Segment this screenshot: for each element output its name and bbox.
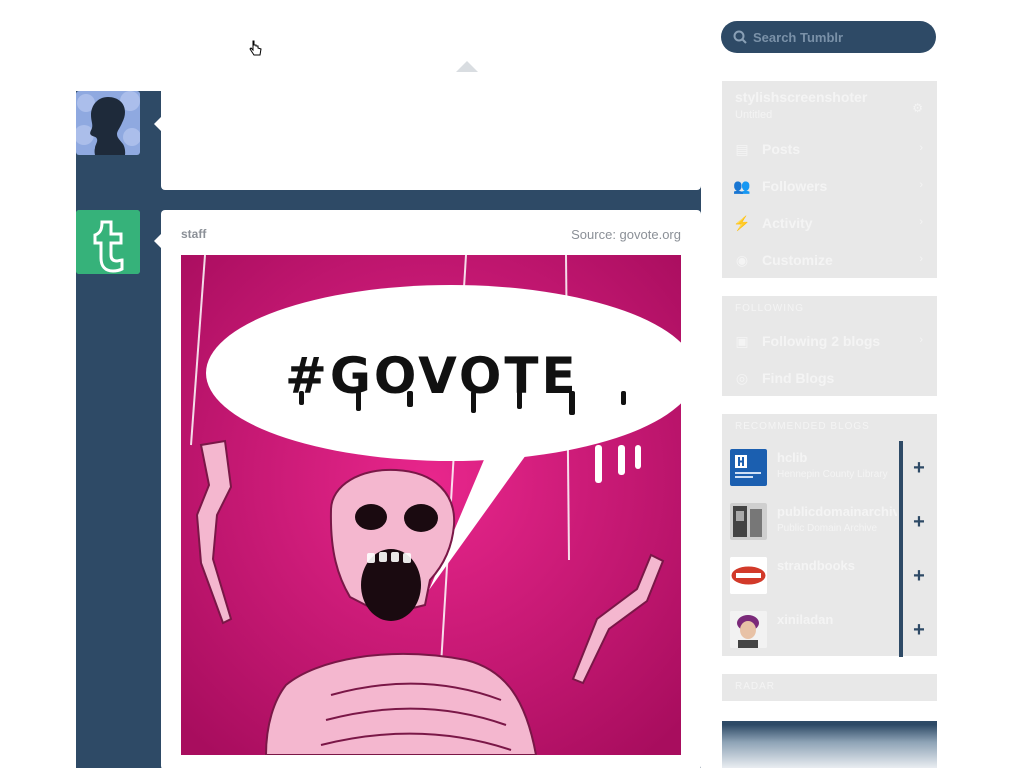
post-card: staff Source: govote.org #GOVOTE bbox=[154, 210, 701, 768]
search-bar bbox=[721, 21, 936, 53]
recommended-header: Recommended Blogs bbox=[735, 421, 870, 432]
following-panel: Following ▣ Following 2 blogs › ◎ Find B… bbox=[722, 296, 937, 396]
chevron-right-icon: › bbox=[919, 142, 923, 154]
photo-thumbnail-icon bbox=[730, 503, 767, 540]
sidebar-item-label: Followers bbox=[762, 178, 828, 194]
recommended-blog-row[interactable]: hclib Hennepin County Library + bbox=[722, 441, 937, 495]
recommended-blog-name: strandbooks bbox=[777, 558, 856, 573]
post-source-link[interactable]: Source: govote.org bbox=[571, 227, 681, 242]
tumblr-dashboard: staff Source: govote.org #GOVOTE Search … bbox=[0, 0, 1024, 768]
staff-avatar[interactable] bbox=[76, 210, 140, 274]
sidebar-item-following-blogs[interactable]: ▣ Following 2 blogs › bbox=[722, 323, 937, 360]
follow-button[interactable]: + bbox=[907, 615, 931, 645]
chevron-right-icon: › bbox=[919, 216, 923, 228]
poster-govote-text: #GOVOTE bbox=[285, 347, 579, 405]
recommended-blog-name: xiniladan bbox=[777, 612, 834, 627]
user-avatar[interactable] bbox=[76, 91, 140, 155]
sidebar-item-label: Customize bbox=[762, 252, 833, 268]
people-icon: 👥 bbox=[733, 178, 751, 194]
blog-subtitle: Untitled bbox=[735, 109, 773, 121]
blog-name[interactable]: stylishscreenshoter bbox=[735, 89, 867, 105]
sidebar-item-label: Find Blogs bbox=[762, 370, 835, 386]
sidebar-item-label: Posts bbox=[762, 141, 801, 157]
divider bbox=[899, 549, 903, 603]
recommended-blog-row[interactable]: xiniladan + bbox=[722, 603, 937, 657]
recommended-blog-row[interactable]: strandbooks + bbox=[722, 549, 937, 603]
compose-post-box[interactable] bbox=[154, 91, 701, 190]
radar-preview-image[interactable] bbox=[722, 721, 937, 768]
search-icon bbox=[733, 30, 747, 44]
recommended-blog-subtitle: Hennepin County Library bbox=[777, 469, 888, 480]
silhouette-avatar-icon bbox=[76, 91, 140, 155]
radar-header: Radar bbox=[735, 681, 776, 692]
portrait-thumbnail-icon bbox=[730, 611, 767, 648]
person-card-icon: ▣ bbox=[735, 333, 749, 349]
strand-logo-icon bbox=[730, 557, 767, 594]
lightning-icon: ⚡ bbox=[733, 215, 751, 231]
compose-caret-icon bbox=[456, 61, 478, 72]
sidebar-item-posts[interactable]: ▤ Posts › bbox=[722, 131, 937, 168]
govote-poster: #GOVOTE bbox=[181, 255, 681, 755]
pointer-cursor-icon bbox=[249, 40, 262, 56]
hclib-logo-icon bbox=[730, 449, 767, 486]
recommended-blogs-panel: Recommended Blogs hclib Hennepin County … bbox=[722, 414, 937, 657]
sidebar-item-followers[interactable]: 👥 Followers › bbox=[722, 168, 937, 205]
follow-button[interactable]: + bbox=[907, 453, 931, 483]
recommended-blog-name: hclib bbox=[777, 450, 808, 465]
chevron-right-icon: › bbox=[919, 334, 923, 346]
recommended-blog-row[interactable]: publicdomainarchive Public Domain Archiv… bbox=[722, 495, 937, 549]
chevron-right-icon: › bbox=[919, 179, 923, 191]
divider bbox=[899, 603, 903, 657]
search-input[interactable] bbox=[753, 21, 923, 53]
sidebar-item-activity[interactable]: ⚡ Activity › bbox=[722, 205, 937, 242]
sidebar-item-label: Activity bbox=[762, 215, 813, 231]
sidebar-item-find-blogs[interactable]: ◎ Find Blogs bbox=[722, 360, 937, 397]
publicdomainarchive-avatar bbox=[730, 503, 767, 540]
sidebar-item-label: Following 2 blogs bbox=[762, 333, 881, 349]
recommended-blog-name: publicdomainarchive bbox=[777, 504, 897, 519]
eye-icon: ◉ bbox=[735, 252, 749, 268]
post-image[interactable]: #GOVOTE bbox=[181, 255, 681, 755]
compass-icon: ◎ bbox=[735, 370, 749, 386]
sidebar-item-customize[interactable]: ◉ Customize › bbox=[722, 242, 937, 279]
xiniladan-avatar bbox=[730, 611, 767, 648]
hclib-avatar bbox=[730, 449, 767, 486]
document-icon: ▤ bbox=[735, 141, 749, 157]
post-author[interactable]: staff bbox=[181, 227, 206, 241]
follow-button[interactable]: + bbox=[907, 507, 931, 537]
radar-panel: Radar bbox=[722, 674, 937, 701]
gear-icon[interactable]: ⚙ bbox=[912, 101, 923, 115]
strandbooks-avatar bbox=[730, 557, 767, 594]
account-panel: stylishscreenshoter Untitled ⚙ ▤ Posts ›… bbox=[722, 81, 937, 278]
divider bbox=[899, 441, 903, 495]
follow-button[interactable]: + bbox=[907, 561, 931, 591]
chevron-right-icon: › bbox=[919, 253, 923, 265]
following-header: Following bbox=[735, 303, 805, 314]
divider bbox=[899, 495, 903, 549]
tumblr-logo-icon bbox=[76, 210, 140, 274]
recommended-blog-subtitle: Public Domain Archive bbox=[777, 523, 878, 534]
